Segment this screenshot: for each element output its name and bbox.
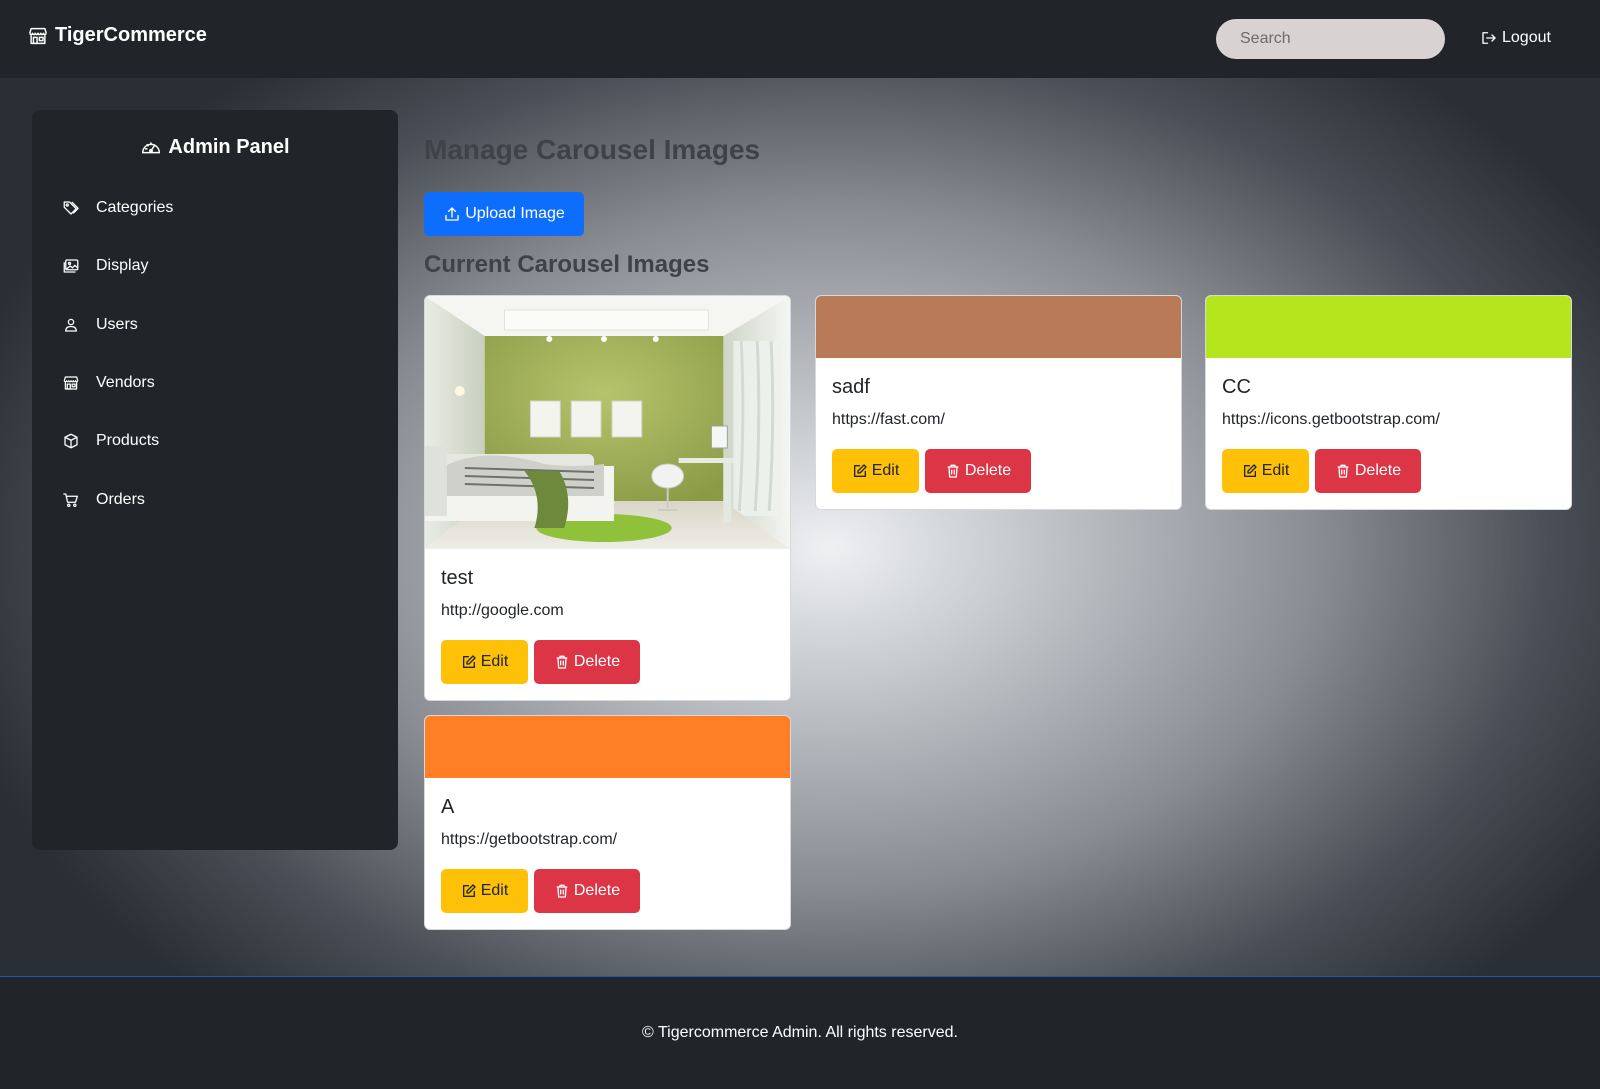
card-title: A [441,796,455,818]
color-swatch-image [1206,296,1571,358]
images-icon [63,259,79,273]
sidebar-item-users[interactable]: Users [62,310,138,340]
sidebar-item-orders[interactable]: Orders [62,485,145,515]
card-actions: Edit Delete [832,449,1165,493]
sidebar-item-label: Orders [96,491,145,508]
copyright-text: © Tigercommerce Admin. All rights reserv… [642,1024,958,1041]
edit-button[interactable]: Edit [441,869,528,913]
delete-button[interactable]: Delete [925,449,1031,493]
logout-label: Logout [1502,29,1551,46]
trash-icon [947,464,959,478]
edit-button[interactable]: Edit [1222,449,1309,493]
carousel-card: test http://google.com Edit Delete [424,295,791,701]
pencil-square-icon [462,655,476,668]
cart-icon [63,493,79,508]
shop-icon [29,27,47,44]
card-body: A https://getbootstrap.com/ Edit Delete [425,778,790,929]
card-body: CC https://icons.getbootstrap.com/ Edit … [1206,358,1571,509]
section-title: Current Carousel Images [424,251,710,278]
pencil-square-icon [462,884,476,897]
sidebar-item-label: Products [96,432,160,449]
color-swatch-image [425,716,790,778]
edit-button[interactable]: Edit [832,449,919,493]
pencil-square-icon [1243,464,1257,477]
main-area: Admin Panel Categories Display Users Ven… [0,78,1600,976]
card-url: http://google.com [441,602,564,619]
box-arrow-right-icon [1482,32,1496,44]
sidebar-item-products[interactable]: Products [62,426,159,456]
sidebar-title: Admin Panel [32,136,398,159]
delete-button[interactable]: Delete [534,869,640,913]
sidebar-item-label: Users [96,316,138,333]
sidebar-item-label: Display [96,257,149,274]
footer: © Tigercommerce Admin. All rights reserv… [0,976,1600,1089]
card-url: https://fast.com/ [832,411,945,428]
card-url: https://getbootstrap.com/ [441,831,618,848]
card-actions: Edit Delete [441,869,774,913]
page-title: Manage Carousel Images [424,134,761,165]
sidebar-item-categories[interactable]: Categories [62,193,173,223]
card-title: test [441,567,474,589]
speedometer-icon [142,141,161,153]
card-title: CC [1222,376,1251,398]
logout-button[interactable]: Logout [1480,29,1551,47]
bedroom-photo [425,296,790,549]
search-input[interactable] [1216,19,1445,59]
card-url: https://icons.getbootstrap.com/ [1222,411,1440,428]
trash-icon [556,884,568,898]
card-body: test http://google.com Edit Delete [425,549,790,700]
brand-name: TigerCommerce [55,24,207,46]
card-actions: Edit Delete [1222,449,1555,493]
delete-button[interactable]: Delete [534,640,640,684]
sidebar-item-vendors[interactable]: Vendors [62,368,155,398]
trash-icon [1337,464,1349,478]
shop-icon [63,376,79,390]
sidebar: Admin Panel Categories Display Users Ven… [32,110,398,850]
card-actions: Edit Delete [441,640,774,684]
upload-icon [445,207,459,221]
sidebar-item-display[interactable]: Display [62,251,148,281]
upload-image-button[interactable]: Upload Image [424,192,584,236]
color-swatch-image [816,296,1181,358]
tags-icon [63,201,79,215]
top-navbar: TigerCommerce Logout [0,0,1600,78]
brand-link[interactable]: TigerCommerce [27,24,207,47]
edit-button[interactable]: Edit [441,640,528,684]
card-title: sadf [832,376,870,398]
card-body: sadf https://fast.com/ Edit Delete [816,358,1181,509]
carousel-card: A https://getbootstrap.com/ Edit Delete [424,715,791,930]
sidebar-item-label: Vendors [96,374,155,391]
box-icon [64,433,78,449]
delete-button[interactable]: Delete [1315,449,1421,493]
pencil-square-icon [853,464,867,477]
person-icon [65,318,77,332]
sidebar-item-label: Categories [96,199,174,216]
carousel-card: sadf https://fast.com/ Edit Delete [815,295,1182,510]
trash-icon [556,655,568,669]
carousel-card: CC https://icons.getbootstrap.com/ Edit … [1205,295,1572,510]
